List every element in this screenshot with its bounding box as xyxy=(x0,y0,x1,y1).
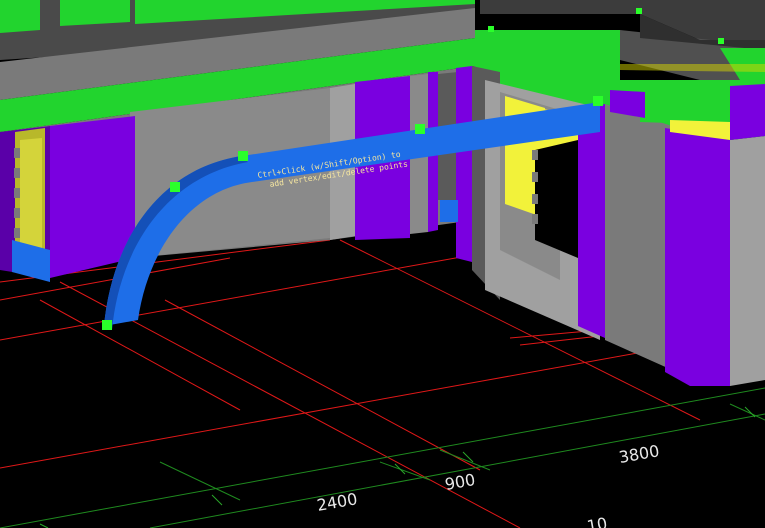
dimension-labels: 2400 900 3800 10 xyxy=(315,441,660,528)
grip-handle-arc-2[interactable] xyxy=(238,151,248,161)
grip-handle-start[interactable] xyxy=(102,320,112,330)
dimension-label-10: 10 xyxy=(585,514,608,528)
grip-handle-end[interactable] xyxy=(593,96,603,106)
dimension-label-900: 900 xyxy=(443,470,476,494)
dimension-label-2400: 2400 xyxy=(315,489,358,515)
dimension-label-3800: 3800 xyxy=(617,441,660,467)
grip-handle-mid[interactable] xyxy=(415,124,425,134)
left-column-group[interactable] xyxy=(0,116,135,282)
right-corner-block[interactable] xyxy=(605,80,765,386)
3d-model-viewport[interactable]: Ctrl+Click (w/Shift/Option) to add verte… xyxy=(0,0,765,528)
3d-scene-canvas[interactable]: Ctrl+Click (w/Shift/Option) to add verte… xyxy=(0,0,765,528)
grip-handle-arc-1[interactable] xyxy=(170,182,180,192)
